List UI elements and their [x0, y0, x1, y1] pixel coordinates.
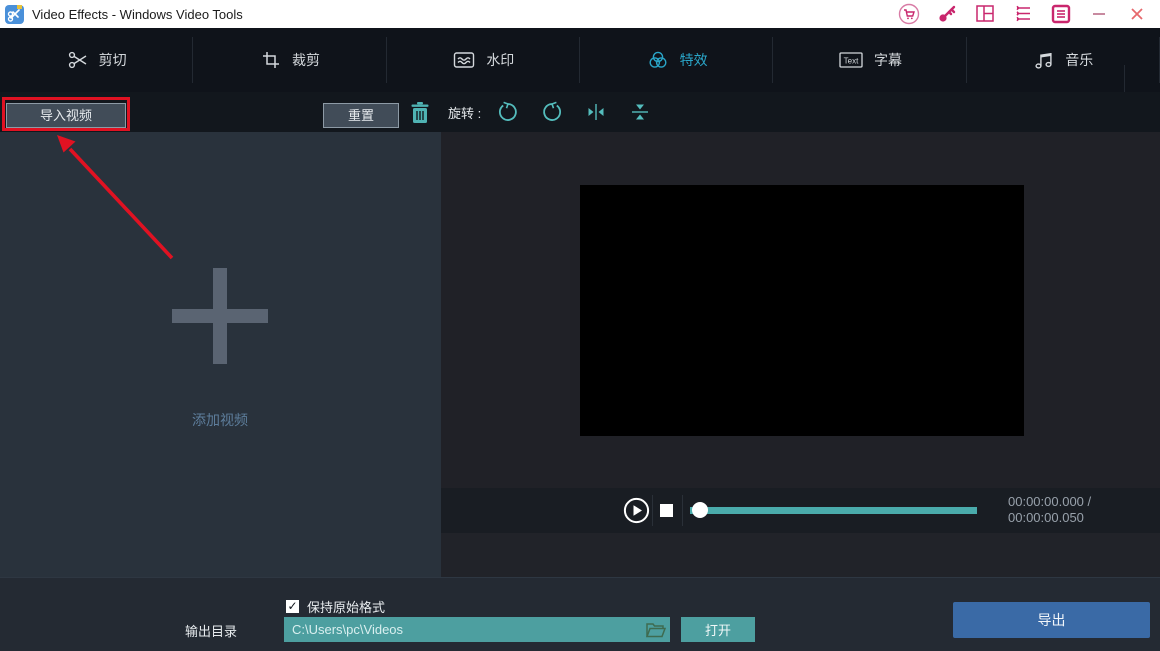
import-video-button[interactable]: 导入视频 — [6, 103, 126, 128]
store-cart-icon[interactable] — [896, 3, 922, 25]
title-bar: Video Effects - Windows Video Tools — [0, 0, 1160, 28]
media-list-panel: 添加视频 — [0, 132, 441, 577]
lower-strip — [441, 533, 1160, 577]
video-frame — [580, 185, 1024, 436]
menu-icon[interactable] — [1048, 3, 1074, 25]
effects-list-icon[interactable] — [1010, 3, 1036, 25]
app-window: Video Effects - Windows Video Tools 剪切 裁… — [0, 0, 1160, 651]
tab-watermark[interactable]: 水印 — [387, 28, 581, 92]
output-path-input[interactable] — [284, 617, 670, 642]
seek-slider[interactable] — [690, 502, 977, 518]
player-divider — [652, 495, 653, 526]
add-video-label: 添加视频 — [192, 412, 248, 428]
add-video-dropzone[interactable]: 添加视频 — [120, 262, 320, 442]
watermark-icon — [452, 49, 476, 71]
output-dir-label: 输出目录 — [185, 624, 238, 639]
reset-button[interactable]: 重置 — [323, 103, 399, 128]
tab-label: 字幕 — [873, 52, 902, 68]
seek-slider-handle[interactable] — [692, 502, 708, 518]
tab-music[interactable]: 音乐 — [967, 28, 1160, 92]
window-title: Video Effects - Windows Video Tools — [32, 6, 243, 22]
tab-label: 剪切 — [98, 52, 127, 68]
flip-vertical-icon[interactable] — [629, 101, 651, 123]
preview-area — [441, 132, 1160, 488]
keep-format-label: 保持原始格式 — [307, 600, 386, 615]
subtitle-icon: Text — [838, 50, 864, 70]
time-total: 00:00:00.050 — [1008, 510, 1084, 525]
flip-horizontal-icon[interactable] — [585, 101, 607, 123]
keep-format-checkbox[interactable]: ✓ — [286, 600, 299, 613]
tab-label: 裁剪 — [291, 52, 320, 68]
play-button[interactable] — [623, 497, 650, 524]
tab-cut[interactable]: 剪切 — [0, 28, 194, 92]
minimize-button[interactable] — [1086, 3, 1112, 25]
output-bar: 输出目录 ✓ 保持原始格式 打开 导出 下载吧 www.xiazaiba.com — [0, 577, 1160, 651]
music-icon — [1033, 49, 1055, 71]
time-current: 00:00:00.000 / — [1008, 494, 1092, 509]
tab-subtitle[interactable]: Text 字幕 — [773, 28, 967, 92]
tab-label: 音乐 — [1065, 52, 1094, 68]
folder-icon[interactable] — [645, 620, 667, 639]
scissors-icon — [67, 49, 89, 71]
crop-icon — [260, 49, 282, 71]
layout-panels-icon[interactable] — [972, 3, 998, 25]
plus-icon — [172, 268, 268, 364]
left-toolbar: 导入视频 重置 — [0, 92, 441, 132]
stop-button[interactable] — [660, 504, 673, 517]
close-button[interactable] — [1124, 3, 1150, 25]
rotate-ccw-icon[interactable] — [497, 101, 519, 123]
tab-label: 水印 — [486, 52, 515, 68]
player-divider — [682, 495, 683, 526]
tab-effects[interactable]: 特效 — [580, 28, 774, 92]
subtitle-icon-text: Text — [844, 57, 859, 66]
app-logo-icon — [5, 4, 24, 24]
export-button[interactable]: 导出 — [953, 602, 1150, 638]
trash-icon[interactable] — [409, 101, 431, 125]
effects-icon — [646, 48, 670, 72]
time-display: 00:00:00.000 / 00:00:00.050 — [1008, 494, 1091, 526]
key-register-icon[interactable] — [934, 3, 960, 25]
main-tab-bar: 剪切 裁剪 水印 特效 Text 字幕 音乐 — [0, 28, 1160, 111]
tab-label: 特效 — [679, 52, 708, 68]
rotate-toolbar: 旋转 : — [441, 92, 1160, 132]
rotate-label: 旋转 : — [448, 105, 482, 121]
tab-crop[interactable]: 裁剪 — [193, 28, 387, 92]
open-folder-button[interactable]: 打开 — [681, 617, 755, 642]
rotate-cw-icon[interactable] — [541, 101, 563, 123]
player-bar: 00:00:00.000 / 00:00:00.050 — [441, 488, 1160, 533]
tool-row: 导入视频 重置 旋转 : — [0, 92, 1160, 132]
